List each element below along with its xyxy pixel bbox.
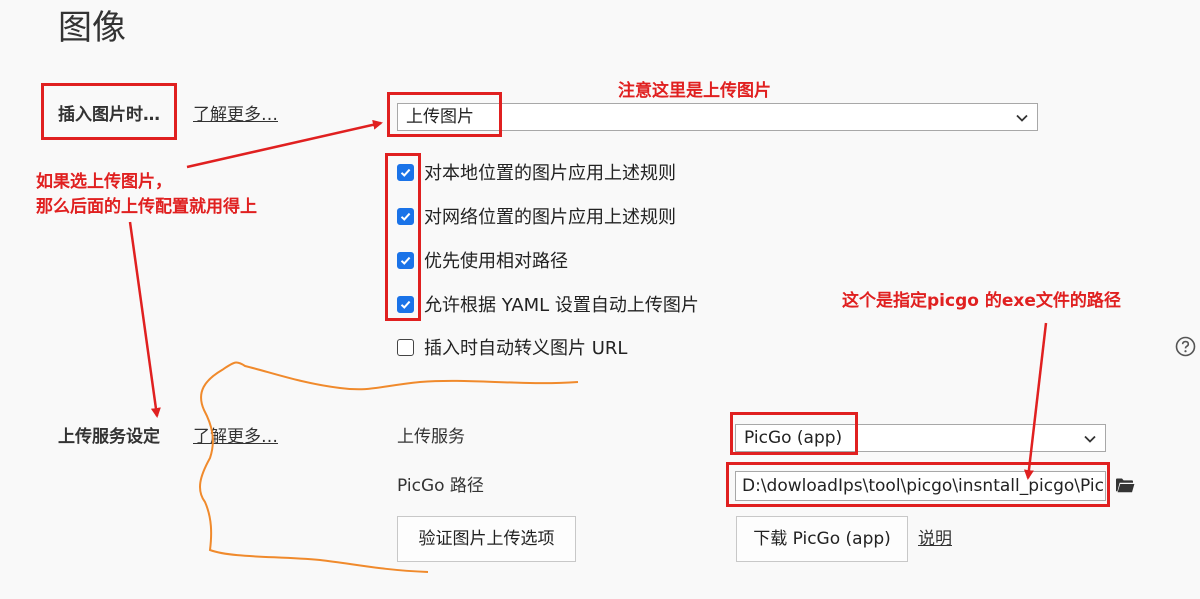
chevron-down-icon (1016, 114, 1028, 122)
checkbox-row-local[interactable]: 对本地位置的图片应用上述规则 (397, 160, 676, 184)
page-title: 图像 (58, 8, 126, 48)
annotation-arrow-upload-section (128, 221, 161, 418)
upload-section-label: 上传服务设定 (58, 427, 160, 447)
download-picgo-button[interactable]: 下载 PicGo (app) (736, 516, 908, 562)
checkbox-label: 优先使用相对路径 (424, 251, 568, 272)
annotation-note-upload: 注意这里是上传图片 (618, 81, 771, 101)
folder-icon[interactable] (1115, 477, 1135, 494)
insert-learn-more-link[interactable]: 了解更多… (193, 103, 278, 127)
annotation-note-path: 这个是指定picgo 的exe文件的路径 (842, 291, 1121, 311)
annotation-note-select-2: 那么后面的上传配置就用得上 (36, 197, 257, 217)
checkbox-row-yaml[interactable]: 允许根据 YAML 设置自动上传图片 (397, 292, 699, 316)
checkbox-row-network[interactable]: 对网络位置的图片应用上述规则 (397, 204, 676, 228)
checkbox-label: 对网络位置的图片应用上述规则 (424, 207, 676, 228)
checkbox-row-relative[interactable]: 优先使用相对路径 (397, 248, 568, 272)
checkbox-label: 对本地位置的图片应用上述规则 (424, 163, 676, 184)
checkbox-row-escape[interactable]: 插入时自动转义图片 URL (397, 335, 627, 359)
annotation-box-checkboxes (385, 153, 421, 321)
upload-service-label: 上传服务 (397, 427, 465, 447)
help-link[interactable]: 说明 (918, 527, 952, 551)
picgo-path-label: PicGo 路径 (397, 476, 484, 496)
help-circle-icon[interactable] (1175, 336, 1196, 357)
upload-learn-more-link[interactable]: 了解更多… (193, 425, 278, 449)
verify-upload-button[interactable]: 验证图片上传选项 (397, 516, 576, 562)
annotation-box-select (387, 92, 502, 137)
annotation-box-service (730, 412, 858, 455)
annotation-arrow-path (1023, 322, 1048, 480)
annotation-arrow-select (186, 119, 383, 169)
checkbox-label: 插入时自动转义图片 URL (424, 338, 628, 359)
annotation-box-path (726, 462, 1110, 507)
annotation-box-insert-label (41, 83, 177, 140)
checkbox-label: 允许根据 YAML 设置自动上传图片 (424, 295, 699, 316)
annotation-note-select-1: 如果选上传图片， (36, 172, 172, 192)
chevron-down-icon (1084, 435, 1096, 443)
checkbox-escape-url[interactable] (397, 338, 414, 356)
